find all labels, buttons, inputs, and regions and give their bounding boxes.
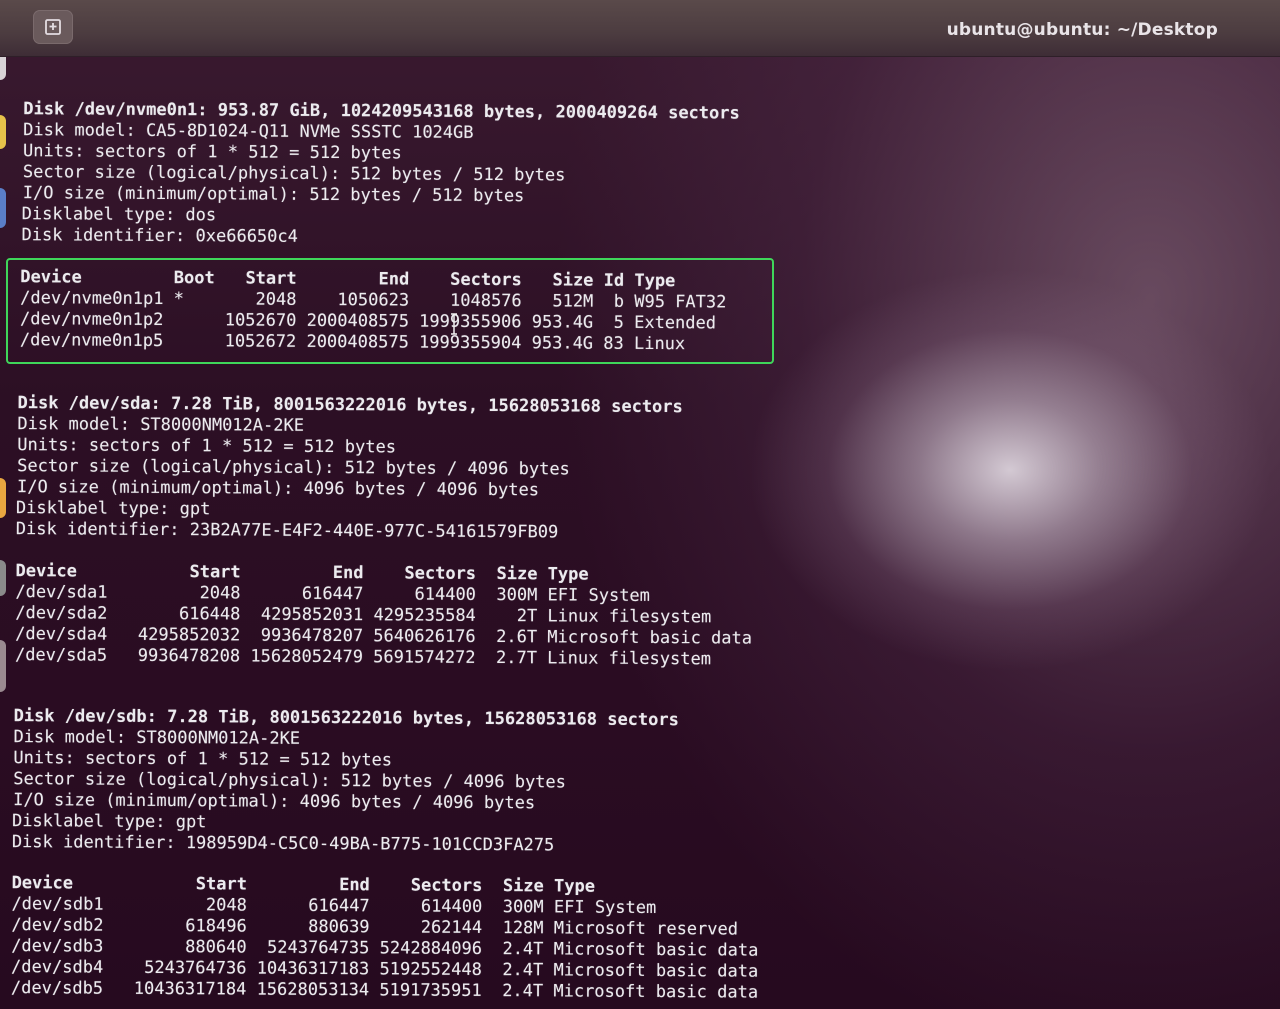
terminal-line: Disk model: ST8000NM012A-2KE: [13, 727, 301, 749]
terminal-output[interactable]: Disk /dev/nvme0n1: 953.87 GiB, 102420954…: [0, 0, 1280, 1009]
table-row: /dev/sda2 616448 4295852031 4295235584 2…: [15, 603, 712, 628]
partition-highlight-box: [6, 258, 774, 364]
terminal-line: Disk /dev/sdb: 7.28 TiB, 8001563222016 b…: [13, 706, 679, 731]
terminal-line: Disklabel type: gpt: [11, 811, 207, 833]
terminal-line: Disk identifier: 23B2A77E-E4F2-440E-977C…: [15, 519, 559, 543]
terminal-line: I/O size (minimum/optimal): 4096 bytes /…: [13, 790, 536, 814]
table-row: /dev/sda1 2048 616447 614400 300M EFI Sy…: [15, 582, 650, 606]
table-header: Device Start End Sectors Size Type: [15, 561, 589, 585]
terminal-line: Units: sectors of 1 * 512 = 512 bytes: [17, 435, 397, 458]
terminal-line: Units: sectors of 1 * 512 = 512 bytes: [23, 141, 402, 164]
table-row: /dev/sdb1 2048 616447 614400 300M EFI Sy…: [11, 894, 657, 919]
table-row: /dev/sda5 9936478208 15628052479 5691574…: [14, 645, 712, 670]
terminal-line: Disklabel type: dos: [21, 204, 217, 226]
terminal-line: Disk /dev/sda: 7.28 TiB, 8001563222016 b…: [17, 393, 683, 418]
terminal-line: Disk identifier: 198959D4-C5C0-49BA-B775…: [11, 832, 555, 856]
table-row: /dev/sdb5 10436317184 15628053134 519173…: [10, 978, 759, 1003]
terminal-line: Units: sectors of 1 * 512 = 512 bytes: [13, 748, 393, 771]
terminal-line: I/O size (minimum/optimal): 4096 bytes /…: [16, 477, 540, 501]
terminal-line: I/O size (minimum/optimal): 512 bytes / …: [22, 183, 525, 207]
terminal-line: Sector size (logical/physical): 512 byte…: [17, 456, 570, 480]
terminal-line: Disk model: ST8000NM012A-2KE: [17, 414, 305, 436]
table-header: Device Start End Sectors Size Type: [11, 873, 596, 897]
terminal-line: Sector size (logical/physical): 512 byte…: [13, 769, 566, 793]
terminal-line: Sector size (logical/physical): 512 byte…: [22, 162, 566, 186]
terminal-line: Disk model: CA5-8D1024-Q11 NVMe SSSTC 10…: [23, 120, 474, 143]
terminal-line: Disklabel type: gpt: [15, 498, 211, 520]
text-cursor-icon: [451, 313, 457, 335]
terminal-line: Disk identifier: 0xe66650c4: [21, 225, 298, 247]
